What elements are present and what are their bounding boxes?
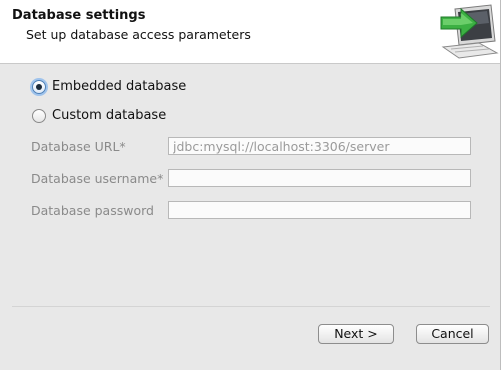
radio-selected-icon[interactable] bbox=[32, 79, 46, 94]
embedded-database-label: Embedded database bbox=[52, 79, 187, 94]
page-subtitle: Set up database access parameters bbox=[26, 27, 251, 42]
radio-unselected-icon[interactable] bbox=[32, 108, 46, 123]
cancel-button[interactable]: Cancel bbox=[416, 324, 489, 344]
database-username-input[interactable] bbox=[168, 169, 471, 187]
custom-database-radio[interactable]: Custom database bbox=[32, 108, 166, 123]
database-url-label: Database URL* bbox=[31, 139, 126, 154]
database-password-input[interactable] bbox=[168, 201, 471, 219]
wizard-content: Embedded database Custom database Databa… bbox=[0, 64, 501, 304]
footer-divider bbox=[12, 306, 490, 307]
next-button[interactable]: Next > bbox=[318, 324, 394, 344]
embedded-database-radio[interactable]: Embedded database bbox=[32, 79, 186, 94]
database-password-label: Database password bbox=[31, 203, 154, 218]
page-title: Database settings bbox=[12, 8, 146, 23]
database-url-input[interactable] bbox=[168, 137, 471, 155]
custom-database-label: Custom database bbox=[52, 108, 167, 123]
database-username-label: Database username* bbox=[31, 171, 164, 186]
computer-with-green-arrow-icon bbox=[440, 4, 499, 59]
wizard-header: Database settings Set up database access… bbox=[0, 0, 501, 64]
